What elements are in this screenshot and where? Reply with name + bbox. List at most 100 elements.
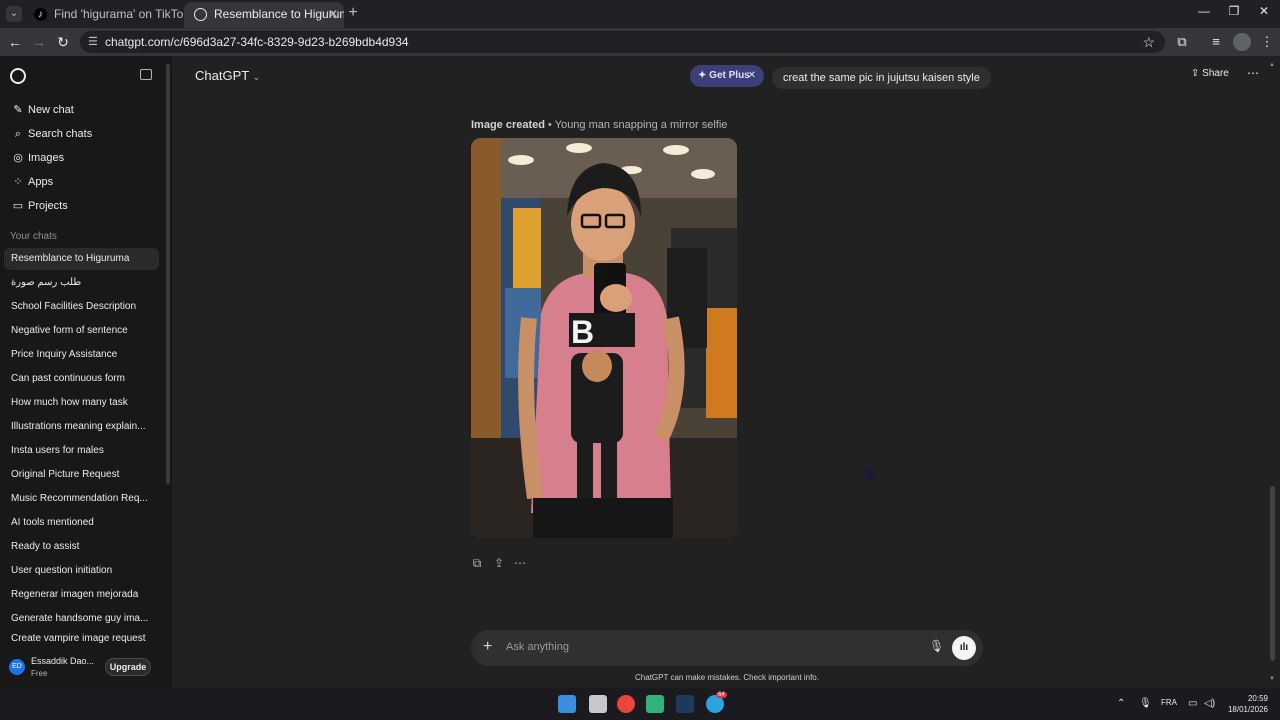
openai-logo-icon[interactable]: [10, 68, 26, 84]
disclaimer: ChatGPT can make mistakes. Check importa…: [635, 673, 819, 682]
sidebar-scrollbar[interactable]: [166, 64, 170, 484]
account-name: Essaddik Dao...: [31, 656, 95, 666]
composer[interactable]: + Ask anything 🎙 ılı: [471, 630, 983, 666]
language-indicator[interactable]: FRA: [1161, 698, 1177, 707]
edit-icon: ✎: [13, 104, 23, 116]
share-button[interactable]: ⇪ Share: [1191, 68, 1229, 79]
chatgpt-tab-icon: [194, 8, 207, 21]
upgrade-button[interactable]: Upgrade: [105, 658, 151, 676]
generated-image[interactable]: B: [471, 138, 737, 538]
chat-item[interactable]: School Facilities Description: [4, 296, 159, 318]
minimize-button[interactable]: —: [1194, 4, 1214, 18]
sidebar-item-label: Apps: [28, 176, 54, 188]
chat-item[interactable]: Generate handsome guy ima...: [4, 608, 159, 630]
chat-item[interactable]: Create vampire image request: [4, 632, 159, 646]
model-label: ChatGPT: [195, 68, 249, 83]
mouse-cursor: [858, 463, 878, 483]
chat-item[interactable]: Music Recommendation Req...: [4, 488, 159, 510]
apps-icon: ⁘: [13, 176, 23, 188]
sidebar-item-search-chats[interactable]: ⌕ Search chats: [4, 123, 160, 145]
url-text: chatgpt.com/c/696d3a27-34fc-8329-9d23-b2…: [105, 35, 409, 49]
sidebar-item-images[interactable]: ◎ Images: [4, 147, 160, 169]
tab-title: Find 'higurama' on TikTok | TikT: [54, 7, 184, 21]
sidebar-item-apps[interactable]: ⁘ Apps: [4, 171, 160, 193]
get-plus-button[interactable]: ✦ Get Plus ✕: [690, 65, 764, 87]
browser-tab-strip: ⌄ ♪ Find 'higurama' on TikTok | TikT Res…: [0, 0, 1280, 28]
windows-taskbar: 64 ⌃ 🎙 FRA ▭ ◁) 20:59 18/01/2026: [0, 688, 1280, 720]
sidebar-toggle-icon[interactable]: [140, 69, 152, 80]
tiktok-icon: ♪: [34, 8, 47, 21]
extensions-icon[interactable]: ⧉: [1173, 33, 1191, 51]
composer-placeholder[interactable]: Ask anything: [506, 641, 569, 653]
file-explorer-icon[interactable]: [589, 695, 607, 713]
avatar: ED: [9, 659, 25, 675]
sparkle-icon: ✦: [698, 70, 707, 81]
tab-tiktok[interactable]: ♪ Find 'higurama' on TikTok | TikT: [24, 2, 184, 28]
tab-search-button[interactable]: ⌄: [6, 6, 22, 22]
more-options-icon[interactable]: ⋯: [1247, 66, 1259, 80]
chat-item[interactable]: Regenerar imagen mejorada: [4, 584, 159, 606]
address-bar[interactable]: ☰ chatgpt.com/c/696d3a27-34fc-8329-9d23-…: [80, 31, 1165, 53]
chat-item[interactable]: Insta users for males: [4, 440, 159, 462]
chat-item[interactable]: User question initiation: [4, 560, 159, 582]
scroll-down-arrow[interactable]: ▼: [1269, 676, 1275, 682]
forward-button[interactable]: →: [30, 33, 48, 51]
image-caption: Image created • Young man snapping a mir…: [471, 119, 727, 131]
tab-chatgpt[interactable]: Resemblance to Higuruma ✕: [184, 2, 344, 28]
close-tab-icon[interactable]: ✕: [328, 2, 338, 26]
add-attachment-icon[interactable]: +: [483, 638, 492, 656]
notification-badge: 64: [716, 692, 727, 698]
back-button[interactable]: ←: [6, 33, 24, 51]
share-label: Share: [1202, 68, 1229, 79]
sidebar-item-label: Projects: [28, 200, 68, 212]
image-caption-title: Image created: [471, 119, 545, 131]
chrome-taskbar-icon[interactable]: [617, 695, 635, 713]
copy-icon[interactable]: ⧉: [469, 556, 485, 571]
chrome-menu-icon[interactable]: ⋮: [1258, 33, 1276, 51]
sidebar-item-new-chat[interactable]: ✎ New chat: [4, 99, 160, 121]
more-actions-icon[interactable]: ⋯: [512, 556, 528, 570]
tray-chevron-icon[interactable]: ⌃: [1117, 698, 1125, 709]
sidebar-item-label: Search chats: [28, 128, 93, 140]
windows-start-icon[interactable]: [558, 695, 576, 713]
sidebar-item-projects[interactable]: ▭ Projects: [4, 195, 160, 217]
clock[interactable]: 20:59 18/01/2026: [1222, 693, 1268, 715]
bookmark-star-icon[interactable]: ☆: [1142, 31, 1155, 53]
chat-item[interactable]: Resemblance to Higuruma: [4, 248, 159, 270]
get-plus-label: Get Plus: [709, 70, 750, 81]
chat-item[interactable]: AI tools mentioned: [4, 512, 159, 534]
voice-mode-button[interactable]: ılı: [952, 636, 976, 660]
close-window-button[interactable]: ✕: [1254, 4, 1274, 18]
chat-item[interactable]: طلب رسم صورة: [4, 272, 159, 294]
chat-item[interactable]: How much how many task: [4, 392, 159, 414]
images-icon: ◎: [13, 152, 23, 164]
chat-item[interactable]: Illustrations meaning explain...: [4, 416, 159, 438]
image-caption-desc: • Young man snapping a mirror selfie: [544, 119, 728, 131]
microphone-icon[interactable]: 🎙: [929, 639, 944, 653]
sidebar-item-label: Images: [28, 152, 65, 164]
network-icon[interactable]: ▭: [1188, 698, 1197, 709]
share-image-icon[interactable]: ⇪: [491, 556, 507, 570]
search-icon: ⌕: [14, 128, 22, 140]
close-icon[interactable]: ✕: [748, 65, 756, 87]
chat-item[interactable]: Can past continuous form: [4, 368, 159, 390]
chat-item[interactable]: Price Inquiry Assistance: [4, 344, 159, 366]
chat-item[interactable]: Original Picture Request: [4, 464, 159, 486]
media-icon[interactable]: ≡: [1207, 33, 1225, 51]
restore-button[interactable]: ❐: [1224, 4, 1244, 18]
model-selector[interactable]: ChatGPT ⌄: [195, 68, 260, 83]
capcut-icon[interactable]: [646, 695, 664, 713]
new-tab-button[interactable]: +: [344, 4, 362, 22]
reload-button[interactable]: ↻: [54, 33, 72, 51]
chat-item[interactable]: Ready to assist: [4, 536, 159, 558]
profile-avatar[interactable]: [1233, 33, 1251, 51]
scroll-up-arrow[interactable]: ▲: [1269, 62, 1275, 68]
tray-mic-icon[interactable]: 🎙: [1139, 698, 1152, 709]
anime-selfie-illustration: B: [471, 138, 737, 538]
account-panel[interactable]: ED Essaddik Dao... Free Upgrade: [0, 648, 172, 688]
main-scrollbar[interactable]: [1270, 486, 1275, 661]
volume-icon[interactable]: ◁): [1204, 698, 1215, 709]
site-info-icon[interactable]: ☰: [88, 31, 98, 53]
chat-item[interactable]: Negative form of sentence: [4, 320, 159, 342]
steam-icon[interactable]: [676, 695, 694, 713]
